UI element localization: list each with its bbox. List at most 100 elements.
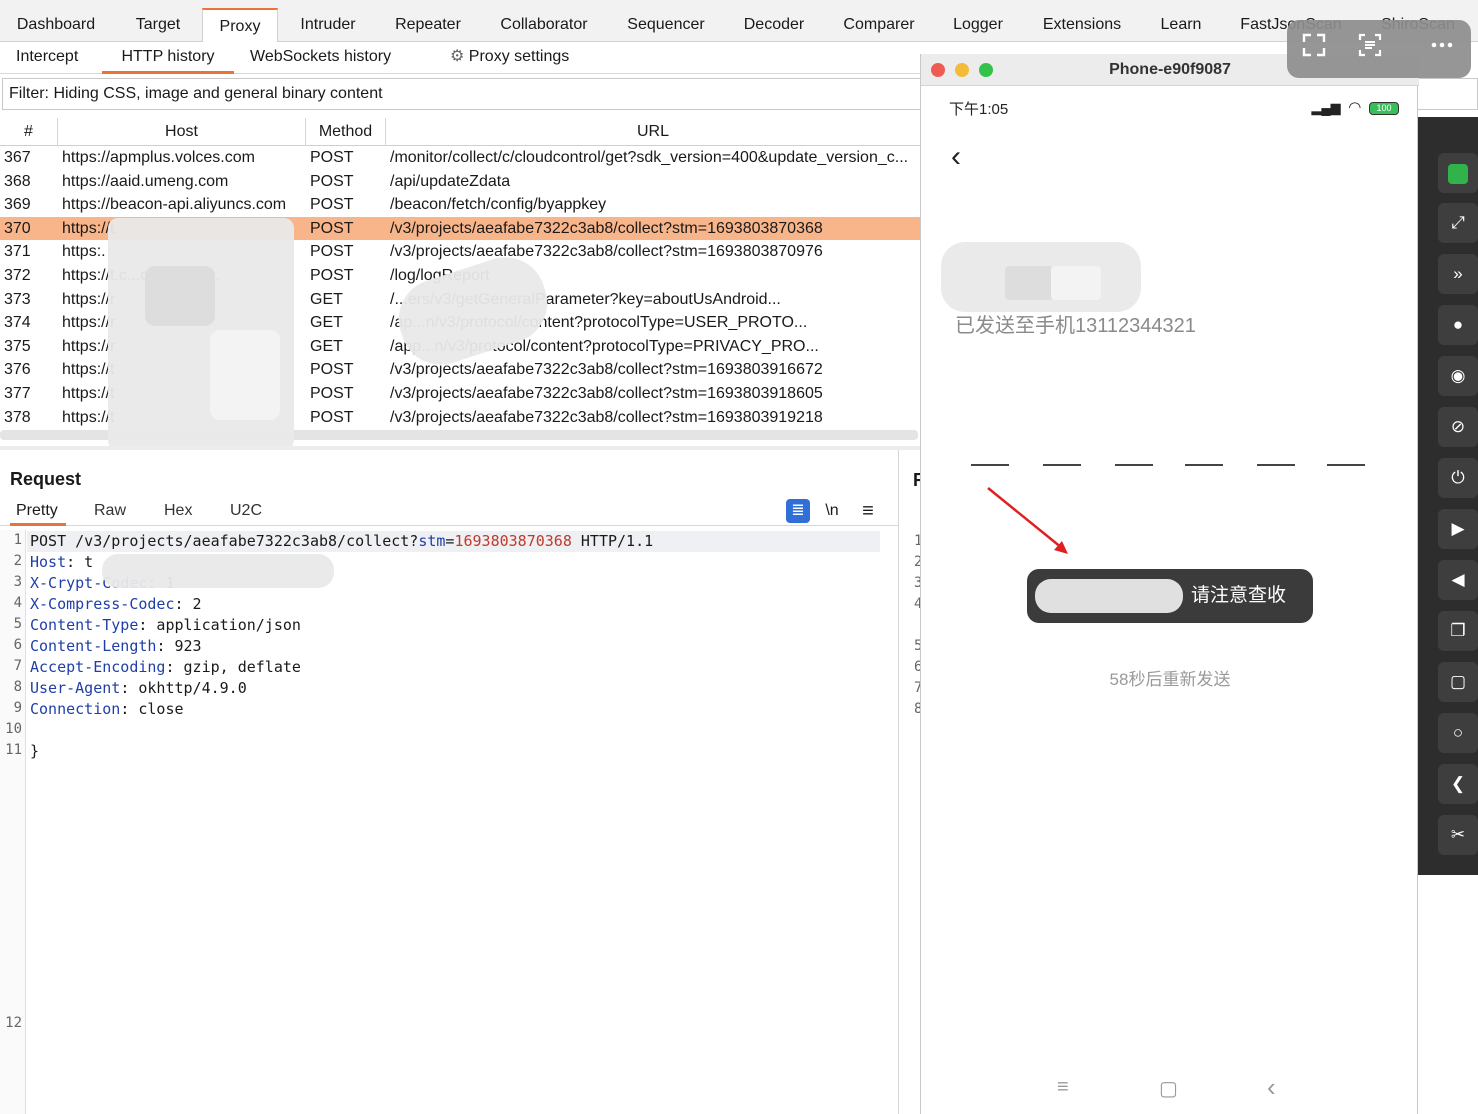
header-colon: :: [120, 700, 130, 718]
line-number-gutter: 1 2 3 4 5 6 7 8 9 10 11 12: [0, 530, 26, 1114]
proxy-settings-label: Proxy settings: [468, 48, 570, 65]
request-header-line: Connection: close: [30, 700, 184, 718]
cell-n: 367: [4, 149, 31, 166]
table-row[interactable]: 369 https://beacon-api.aliyuncs.com POST/b…: [0, 193, 920, 217]
tab-pretty[interactable]: Pretty: [10, 498, 66, 526]
tab-websockets-history[interactable]: WebSockets history: [244, 42, 397, 74]
volume-down-icon[interactable]: ◀: [1438, 560, 1478, 600]
otp-digit-slot[interactable]: [1185, 464, 1223, 466]
copy-icon[interactable]: ❐: [1438, 611, 1478, 651]
power-icon[interactable]: ⏻: [1438, 458, 1478, 498]
app-icon[interactable]: [1438, 153, 1478, 193]
tab-intruder[interactable]: Intruder: [288, 8, 368, 42]
emulator-toolbar: ⤢ » ● ◉ ⊘ ⏻ ▶ ◀ ❐ ▢ ○ ❮ ✂: [1418, 117, 1478, 875]
phone-emulator-window: Phone-e90f9087 下午1:05 ▂▄▆ ◠ 100 ‹ 已发送至手机…: [920, 54, 1419, 1114]
cell-method: POST: [310, 219, 354, 237]
query-param-name: stm: [418, 532, 446, 550]
header-name: Content-Length: [30, 637, 157, 655]
more-icon[interactable]: [1425, 32, 1459, 66]
line-number: 5: [13, 616, 22, 632]
header-value: close: [129, 700, 184, 718]
otp-digit-slot[interactable]: [971, 464, 1009, 466]
record-icon[interactable]: ●: [1438, 305, 1478, 345]
text-scan-icon[interactable]: [1353, 32, 1387, 66]
tab-proxy[interactable]: Proxy: [202, 8, 278, 42]
cell-url: /v3/projects/aeafabe7322c3ab8/collect?st…: [390, 361, 823, 379]
cell-host: https://apmplus.volces.com: [62, 149, 255, 166]
tab-logger[interactable]: Logger: [944, 8, 1012, 42]
column-url[interactable]: URL: [386, 118, 920, 146]
fullscreen-icon[interactable]: ⤢: [1438, 203, 1478, 243]
cell-url: /v3/projects/aeafabe7322c3ab8/collect?st…: [390, 219, 823, 237]
status-bar-time: 下午1:05: [949, 101, 1009, 118]
tab-collaborator[interactable]: Collaborator: [490, 8, 598, 42]
tab-target[interactable]: Target: [120, 8, 196, 42]
tab-extensions[interactable]: Extensions: [1032, 8, 1132, 42]
word-wrap-icon[interactable]: ≣: [786, 499, 810, 523]
pane-divider[interactable]: [0, 446, 920, 450]
header-value: 923: [165, 637, 202, 655]
otp-digit-slot[interactable]: [1043, 464, 1081, 466]
body-open-brace: }: [30, 742, 40, 760]
tab-raw[interactable]: Raw: [88, 498, 132, 526]
cell-method: POST: [310, 361, 354, 379]
hamburger-menu-icon[interactable]: ≡: [856, 499, 880, 523]
cell-n: 376: [4, 361, 31, 379]
proxy-settings-button[interactable]: ⚙ Proxy settings: [444, 42, 575, 74]
request-header-line: User-Agent: okhttp/4.9.0: [30, 679, 247, 697]
tab-repeater[interactable]: Repeater: [386, 8, 470, 42]
show-newlines-icon[interactable]: \n: [820, 499, 844, 523]
wifi-icon: ◠: [1348, 99, 1362, 116]
otp-digit-slot[interactable]: [1115, 464, 1153, 466]
square-icon[interactable]: ▢: [1438, 662, 1478, 702]
circle-icon[interactable]: ○: [1438, 713, 1478, 753]
cell-n: 373: [4, 290, 31, 308]
table-row[interactable]: 367 https://apmplus.volces.com POST/monito…: [0, 146, 920, 170]
tab-intercept[interactable]: Intercept: [10, 42, 84, 74]
cell-n: 369: [4, 196, 31, 214]
column-host[interactable]: Host: [58, 118, 306, 146]
redaction-blur: [145, 266, 215, 326]
otp-digit-slot[interactable]: [1327, 464, 1365, 466]
status-bar-icons: ▂▄▆ ◠ 100: [1311, 98, 1399, 116]
request-editor[interactable]: 1 2 3 4 5 6 7 8 9 10 11 12 POST /v3/projects/aeafab…: [0, 530, 898, 1114]
column-number[interactable]: #: [0, 118, 58, 146]
tab-decoder[interactable]: Decoder: [734, 8, 814, 42]
back-nav-icon[interactable]: ‹: [1267, 1072, 1276, 1103]
table-row[interactable]: 368 https://aaid.umeng.com POST/api/update…: [0, 170, 920, 194]
volume-up-icon[interactable]: ▶: [1438, 509, 1478, 549]
tab-http-history[interactable]: HTTP history: [102, 42, 234, 74]
cell-url: /v3/projects/aeafabe7322c3ab8/collect?st…: [390, 385, 823, 402]
scissors-icon[interactable]: ✂: [1438, 815, 1478, 855]
column-method[interactable]: Method: [306, 118, 386, 146]
header-value: 2: [183, 595, 202, 613]
back-arrow-icon[interactable]: ‹: [951, 140, 961, 174]
header-name: Accept-Encoding: [30, 658, 166, 676]
request-protocol: HTTP/1.1: [571, 532, 654, 550]
cell-n: 375: [4, 337, 31, 355]
request-header-line: Content-Length: 923: [30, 637, 202, 655]
eye-off-icon[interactable]: ⊘: [1438, 407, 1478, 447]
tab-dashboard[interactable]: Dashboard: [6, 8, 106, 42]
eye-icon[interactable]: ◉: [1438, 356, 1478, 396]
tab-hex[interactable]: Hex: [158, 498, 198, 526]
expand-icon[interactable]: [1297, 32, 1331, 66]
cell-host: https://aaid.umeng.com: [62, 172, 229, 190]
menu-nav-icon[interactable]: ≡: [1057, 1076, 1069, 1099]
tab-u2c[interactable]: U2C: [224, 498, 268, 526]
cell-method: POST: [310, 149, 354, 166]
collapse-icon[interactable]: »: [1438, 254, 1478, 294]
tab-comparer[interactable]: Comparer: [834, 8, 924, 42]
tab-learn[interactable]: Learn: [1152, 8, 1210, 42]
request-line: POST /v3/projects/aeafabe7322c3ab8/colle…: [30, 532, 653, 550]
redaction-blur: [1035, 579, 1183, 613]
home-nav-icon[interactable]: ▢: [1159, 1076, 1178, 1101]
tab-sequencer[interactable]: Sequencer: [618, 8, 714, 42]
header-name: Connection: [30, 700, 121, 718]
otp-digit-slot[interactable]: [1257, 464, 1295, 466]
response-panel-edge[interactable]: R 1 2 3 4 5 6 7 8: [898, 450, 926, 1114]
line-number: 7: [13, 658, 22, 674]
back-icon[interactable]: ❮: [1438, 764, 1478, 804]
screenshot-overlay-controls: [1287, 20, 1471, 78]
header-colon: :: [120, 679, 130, 697]
